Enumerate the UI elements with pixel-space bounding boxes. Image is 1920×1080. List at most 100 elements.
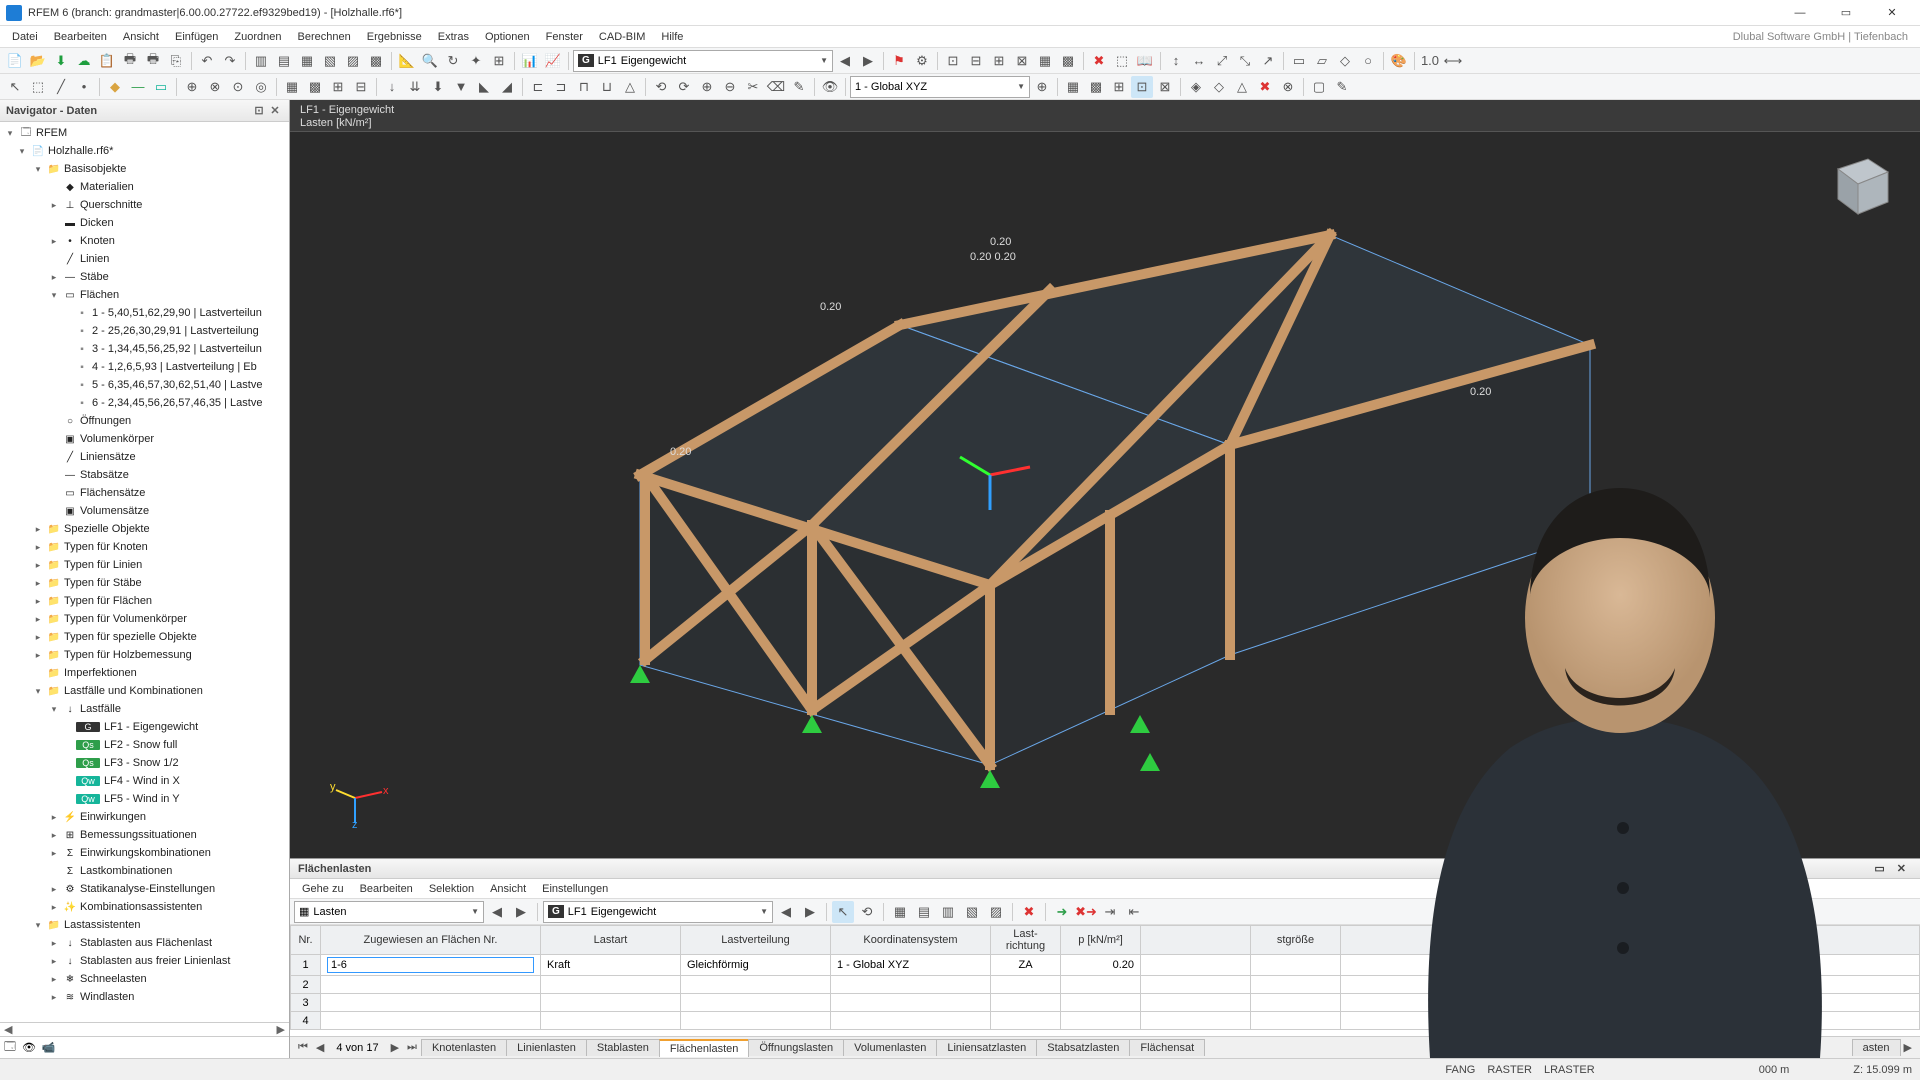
bp-a2-icon[interactable]: ▤ [913,901,935,923]
p3-icon[interactable]: △ [1231,76,1253,98]
close-panel-icon[interactable]: ✕ [267,104,283,117]
table-row[interactable]: 3 [291,994,1920,1012]
l4-icon[interactable]: ▼ [450,76,472,98]
tab-volumenlasten[interactable]: Volumenlasten [843,1039,937,1056]
col-nr[interactable]: Nr. [291,926,321,955]
tree-lf[interactable]: LF1 - Eigengewicht [104,721,198,733]
tree-item[interactable]: Bemessungssituationen [80,829,197,841]
tree-item[interactable]: Stablasten aus freier Linienlast [80,955,230,967]
tree-group[interactable]: Imperfektionen [64,667,137,679]
bp-b2-icon[interactable]: ✖➜ [1075,901,1097,923]
layout5-icon[interactable]: ▨ [342,50,364,72]
tree-item[interactable]: Schneelasten [80,973,147,985]
w2-icon[interactable]: ✎ [1331,76,1353,98]
col-blank[interactable] [1141,926,1251,955]
r1-icon[interactable]: ▦ [1062,76,1084,98]
bp-table[interactable]: Nr. Zugewiesen an Flächen Nr. Lastart La… [290,925,1920,1036]
bp-menu-view[interactable]: Ansicht [482,881,534,897]
bp-menu-goto[interactable]: Gehe zu [294,881,352,897]
print-icon[interactable]: 🖶 [119,50,141,72]
tree-item[interactable]: Knoten [80,235,115,247]
tab-liniensatzlasten[interactable]: Liniensatzlasten [936,1039,1037,1056]
tree-item[interactable]: Materialien [80,181,134,193]
bp-a4-icon[interactable]: ▧ [961,901,983,923]
surf-icon[interactable]: ▭ [150,76,172,98]
tree-surface[interactable]: 4 - 1,2,6,5,93 | Lastverteilung | Eb [92,361,257,373]
layout6-icon[interactable]: ▩ [365,50,387,72]
s2-icon[interactable]: ⊐ [550,76,572,98]
v1-icon[interactable]: 👁 [819,76,841,98]
bp-b3-icon[interactable]: ⇥ [1099,901,1121,923]
col-cs[interactable]: Koordinatensystem [831,926,991,955]
col-verteilung[interactable]: Lastverteilung [681,926,831,955]
bp-menu-edit[interactable]: Bearbeiten [352,881,421,897]
tree-item[interactable]: Öffnungen [80,415,131,427]
show6-icon[interactable]: ▩ [1057,50,1079,72]
scroll-left-icon[interactable]: ◀ [0,1023,16,1036]
menu-optionen[interactable]: Optionen [477,29,538,45]
menu-cadbim[interactable]: CAD-BIM [591,29,653,45]
m6-icon[interactable]: ⌫ [765,76,787,98]
menu-fenster[interactable]: Fenster [538,29,591,45]
status-raster[interactable]: RASTER [1487,1064,1532,1076]
tree-item[interactable]: Dicken [80,217,114,229]
beam-icon[interactable]: — [127,76,149,98]
tab-knotenlasten[interactable]: Knotenlasten [421,1039,507,1056]
prev-lf-icon[interactable]: ◀ [834,50,856,72]
m7-icon[interactable]: ✎ [788,76,810,98]
tab-scroll-icon[interactable]: ▶ [1900,1041,1916,1054]
chart-icon[interactable]: 📊 [519,50,541,72]
tree-surface[interactable]: 3 - 1,34,45,56,25,92 | Lastverteilun [92,343,262,355]
table-row[interactable]: 2 [291,976,1920,994]
tree-lf[interactable]: LF3 - Snow 1/2 [104,757,179,769]
render-icon[interactable]: 🎨 [1388,50,1410,72]
clipboard-icon[interactable]: 📋 [96,50,118,72]
e8-icon[interactable]: ⊟ [350,76,372,98]
menu-einfuegen[interactable]: Einfügen [167,29,226,45]
tree-surface[interactable]: 2 - 25,26,30,29,91 | Lastverteilung [92,325,259,337]
bp-prev-icon[interactable]: ◀ [486,901,508,923]
tree-lfkomb[interactable]: Lastfälle und Kombinationen [64,685,203,697]
tree-flaechen[interactable]: Flächen [80,289,119,301]
copy-icon[interactable]: ⎘ [165,50,187,72]
tree-item[interactable]: Statikanalyse-Einstellungen [80,883,215,895]
p4-icon[interactable]: ✖ [1254,76,1276,98]
t3-icon[interactable]: ⤢ [1211,50,1233,72]
maximize-button[interactable]: ▭ [1824,3,1868,23]
t7-icon[interactable]: ▱ [1311,50,1333,72]
r3-icon[interactable]: ⊞ [1108,76,1130,98]
t4-icon[interactable]: ⤡ [1234,50,1256,72]
tree-group[interactable]: Typen für Volumenkörper [64,613,187,625]
open-icon[interactable]: 📂 [27,50,49,72]
l1-icon[interactable]: ↓ [381,76,403,98]
cursor-icon[interactable]: ↖ [4,76,26,98]
nav-tab-view-icon[interactable]: 👁 [22,1041,36,1054]
line-icon[interactable]: ╱ [50,76,72,98]
e1-icon[interactable]: ⊕ [181,76,203,98]
tree-basis[interactable]: Basisobjekte [64,163,126,175]
redo-icon[interactable]: ↷ [219,50,241,72]
tree-item[interactable]: Einwirkungskombinationen [80,847,211,859]
grid-icon[interactable]: ⊞ [488,50,510,72]
e5-icon[interactable]: ▦ [281,76,303,98]
table-row[interactable]: 1 Kraft Gleichförmig 1 - Global XYZ ZA 0… [291,955,1920,976]
col-assigned[interactable]: Zugewiesen an Flächen Nr. [321,926,541,955]
bp-next-icon[interactable]: ▶ [510,901,532,923]
new-icon[interactable]: 📄 [4,50,26,72]
star-icon[interactable]: ✦ [465,50,487,72]
scroll-right-icon[interactable]: ▶ [273,1023,289,1036]
s4-icon[interactable]: ⊔ [596,76,618,98]
tab-asten[interactable]: asten [1852,1039,1901,1056]
save-icon[interactable]: ⬇ [50,50,72,72]
bp-b4-icon[interactable]: ⇤ [1123,901,1145,923]
s3-icon[interactable]: ⊓ [573,76,595,98]
bp-b1-icon[interactable]: ➜ [1051,901,1073,923]
t8-icon[interactable]: ◇ [1334,50,1356,72]
status-lraster[interactable]: LRASTER [1544,1064,1595,1076]
t5-icon[interactable]: ↗ [1257,50,1279,72]
r2-icon[interactable]: ▩ [1085,76,1107,98]
menu-berechnen[interactable]: Berechnen [290,29,359,45]
view-cube[interactable] [1818,144,1898,224]
t2-icon[interactable]: ↔ [1188,50,1210,72]
col-opt[interactable]: Optionen [1631,926,1741,955]
